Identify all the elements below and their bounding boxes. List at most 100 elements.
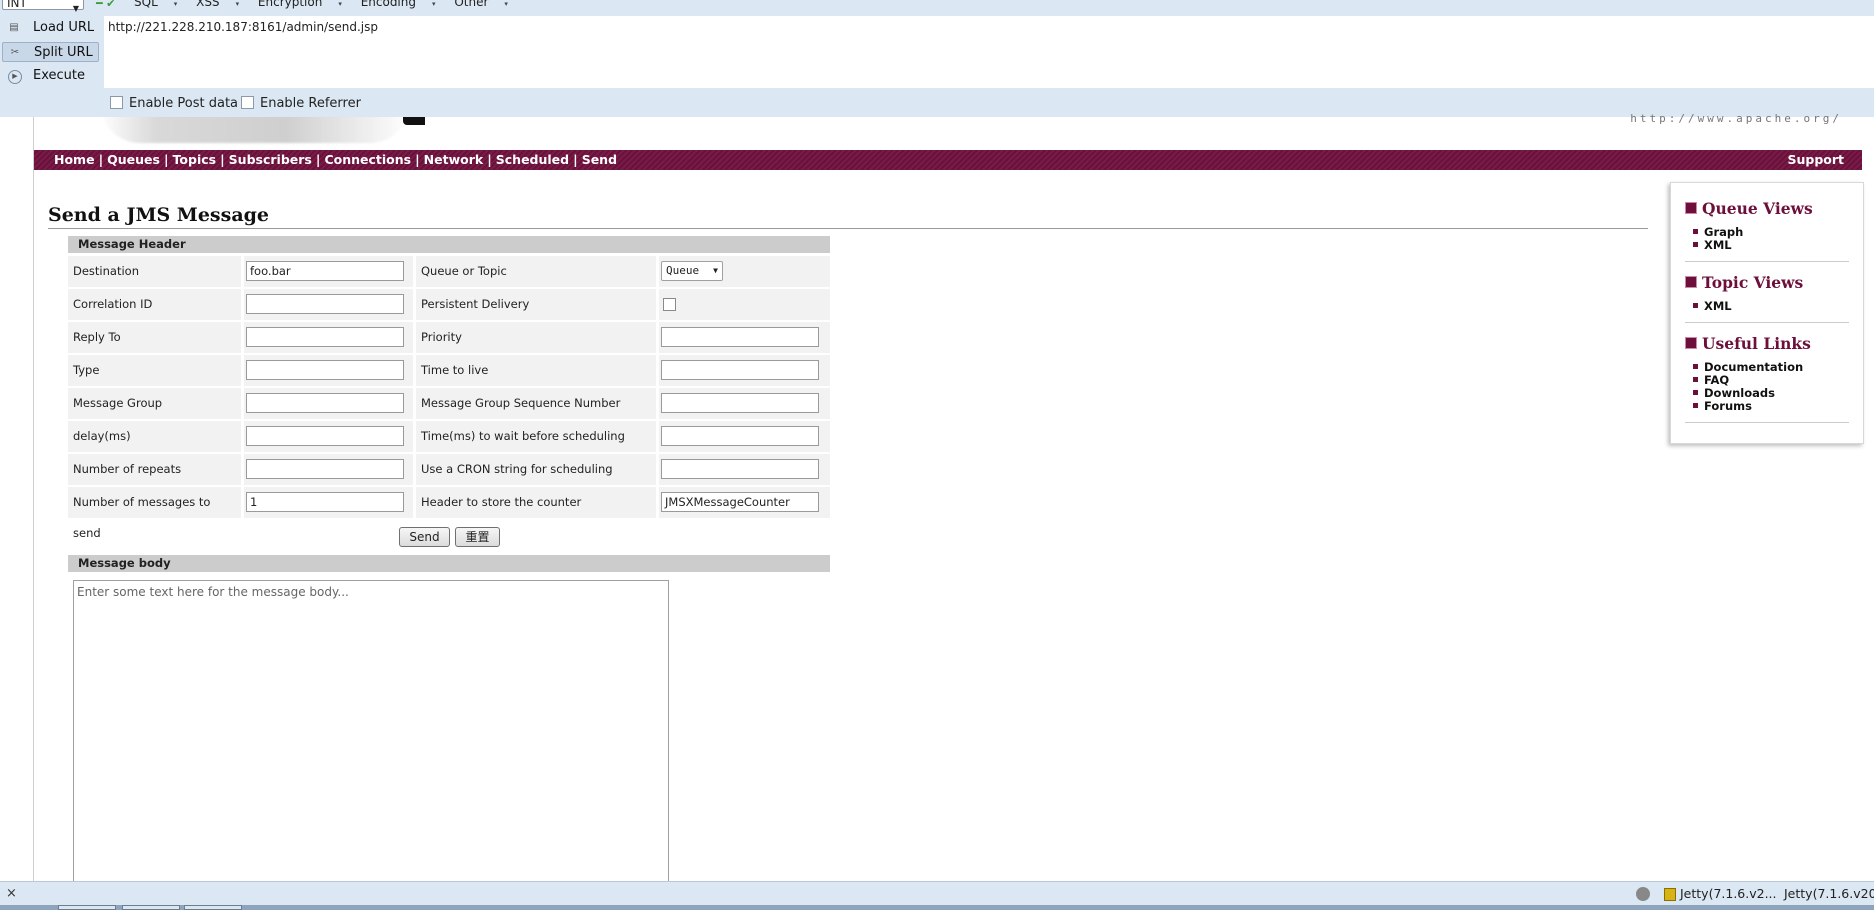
taskbar-item[interactable] <box>58 905 116 910</box>
group-cell <box>244 388 413 419</box>
nav-send[interactable]: Send <box>582 152 617 167</box>
arrow-down-icon: ▾ <box>173 0 178 8</box>
menu-xss[interactable]: XSS ▾ <box>196 0 239 9</box>
taskbar-item[interactable] <box>184 905 242 910</box>
arrow-down-icon: ▾ <box>432 0 436 8</box>
correlation-id-input[interactable] <box>246 294 404 314</box>
group-sequence-input[interactable] <box>661 393 819 413</box>
destination-input[interactable]: foo.bar <box>246 261 404 281</box>
menu-xss-label: XSS <box>196 0 220 9</box>
title-divider <box>48 228 1648 229</box>
checkbox-icon <box>110 96 123 109</box>
time-to-live-input[interactable] <box>661 360 819 380</box>
repeats-input[interactable] <box>246 459 404 479</box>
logo-text-fragment <box>403 117 425 125</box>
globe-icon[interactable] <box>1636 887 1650 901</box>
link-downloads[interactable]: Downloads <box>1693 386 1775 400</box>
load-url-button[interactable]: ▤ Load URL <box>2 18 99 38</box>
apache-url-text[interactable]: http://www.apache.org/ <box>1630 112 1842 125</box>
correlation-cell <box>244 289 413 320</box>
nav-links: Home | Queues | Topics | Subscribers | Connectio… <box>54 152 618 167</box>
delay-cell <box>244 421 413 452</box>
link-topic-xml[interactable]: XML <box>1693 299 1732 313</box>
nav-scheduled[interactable]: Scheduled <box>496 152 569 167</box>
reset-button[interactable]: 重置 <box>455 527 500 547</box>
nav-subscribers[interactable]: Subscribers <box>229 152 312 167</box>
sidebar-divider <box>1685 422 1849 423</box>
reply-cell <box>244 322 413 353</box>
reply-to-input[interactable] <box>246 327 404 347</box>
menu-sql[interactable]: SQL ▾ <box>134 0 177 9</box>
menu-encoding[interactable]: Encoding ▾ <box>361 0 436 9</box>
counter-header-cell: JMSXMessageCounter <box>659 487 830 518</box>
checkmark-icon[interactable]: ✔ <box>106 0 115 10</box>
url-textarea[interactable]: http://221.228.210.187:8161/admin/send.j… <box>104 16 1874 88</box>
nav-home[interactable]: Home <box>54 152 95 167</box>
repeats-label: Number of repeats <box>68 454 241 485</box>
form-row-correlation: Correlation ID Persistent Delivery <box>68 289 830 320</box>
nav-connections[interactable]: Connections <box>324 152 411 167</box>
message-count-input[interactable]: 1 <box>246 492 404 512</box>
link-topic-xml-label: XML <box>1704 299 1732 313</box>
wait-time-input[interactable] <box>661 426 819 446</box>
persistent-cell <box>659 289 830 320</box>
status-bar: × Jetty(7.1.6.v2... Jetty(7.1.6.v2010 <box>0 881 1874 905</box>
type-select[interactable]: INT ▼ <box>2 0 84 13</box>
bullet-icon <box>1693 364 1698 369</box>
message-body-textarea[interactable]: Enter some text here for the message bod… <box>73 580 669 885</box>
counter-header-label: Header to store the counter <box>416 487 656 518</box>
hackbar-menus: SQL ▾ XSS ▾ Encryption ▾ Encoding ▾ Other ▾ <box>134 0 523 9</box>
message-group-input[interactable] <box>246 393 404 413</box>
link-documentation[interactable]: Documentation <box>1693 360 1803 374</box>
hackbar-menubar: INT ▼ ━ ✔ SQL ▾ XSS ▾ Encryption ▾ Encoding… <box>0 0 1874 16</box>
count-cell: 1 <box>244 487 413 518</box>
message-count-label: Number of messages to send <box>68 487 241 540</box>
group-seq-cell <box>659 388 830 419</box>
link-forums[interactable]: Forums <box>1693 399 1752 413</box>
activemq-logo[interactable] <box>90 117 425 149</box>
menu-other[interactable]: Other ▾ <box>454 0 508 9</box>
queue-topic-value: Queue <box>666 264 700 277</box>
useful-links-heading: Useful Links <box>1685 334 1811 353</box>
execute-button[interactable]: ▶ Execute <box>2 66 99 86</box>
split-url-button[interactable]: ✂ Split URL <box>2 42 99 62</box>
send-button[interactable]: Send <box>399 527 450 547</box>
minus-icon[interactable]: ━ <box>96 0 103 10</box>
type-select-value: INT <box>7 0 27 10</box>
enable-post-checkbox[interactable]: Enable Post data <box>110 96 238 111</box>
nav-support[interactable]: Support <box>1787 150 1844 170</box>
link-graph[interactable]: Graph <box>1693 225 1743 239</box>
square-bullet-icon <box>1685 202 1697 214</box>
priority-input[interactable] <box>661 327 819 347</box>
load-icon: ▤ <box>9 22 19 33</box>
split-url-label: Split URL <box>34 45 93 60</box>
persistent-delivery-checkbox[interactable] <box>663 298 676 311</box>
cron-input[interactable] <box>661 459 819 479</box>
status-server-1: Jetty(7.1.6.v2... <box>1680 886 1777 901</box>
menu-encryption[interactable]: Encryption ▾ <box>258 0 342 9</box>
link-faq[interactable]: FAQ <box>1693 373 1729 387</box>
taskbar-item[interactable] <box>122 905 180 910</box>
link-queue-xml[interactable]: XML <box>1693 238 1732 252</box>
chevron-down-icon: ▼ <box>713 266 718 275</box>
form-row-reply: Reply To Priority <box>68 322 830 353</box>
group-sequence-label: Message Group Sequence Number <box>416 388 656 419</box>
repeats-cell <box>244 454 413 485</box>
close-icon[interactable]: × <box>6 882 17 905</box>
queue-topic-select[interactable]: Queue ▼ <box>661 261 723 281</box>
nav-network[interactable]: Network <box>424 152 484 167</box>
scissors-icon: ✂ <box>10 47 20 58</box>
reply-to-label: Reply To <box>68 322 241 353</box>
hackbar-options: Enable Post data Enable Referrer <box>0 88 1874 117</box>
play-icon: ▶ <box>8 70 22 84</box>
logo-feather <box>100 117 410 143</box>
delay-input[interactable] <box>246 426 404 446</box>
nav-queues[interactable]: Queues <box>107 152 160 167</box>
message-group-label: Message Group <box>68 388 241 419</box>
menu-sql-label: SQL <box>134 0 158 9</box>
nav-topics[interactable]: Topics <box>173 152 217 167</box>
counter-header-input[interactable]: JMSXMessageCounter <box>661 492 819 512</box>
enable-referrer-checkbox[interactable]: Enable Referrer <box>241 96 361 111</box>
link-queue-xml-label: XML <box>1704 238 1732 252</box>
type-input[interactable] <box>246 360 404 380</box>
